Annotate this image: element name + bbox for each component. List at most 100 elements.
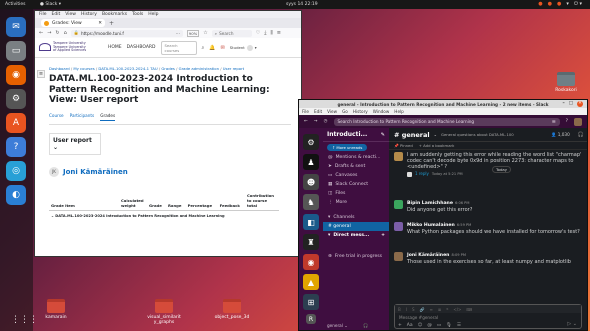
zoom-level[interactable]: 90% bbox=[186, 29, 200, 37]
ordered-list-icon[interactable]: ≡ bbox=[429, 307, 432, 312]
add-bookmark-button[interactable]: + Add a bookmark bbox=[419, 143, 455, 148]
home-icon[interactable]: ⌂ bbox=[64, 30, 67, 36]
menu-view[interactable]: View bbox=[327, 109, 337, 114]
tab-course[interactable]: Course bbox=[49, 113, 64, 121]
add-icon[interactable]: + bbox=[381, 233, 385, 238]
breadcrumb-my-courses[interactable]: My courses bbox=[73, 66, 94, 71]
avatar[interactable] bbox=[394, 200, 403, 209]
menu-bookmarks[interactable]: Bookmarks bbox=[102, 12, 127, 17]
desktop-folder-kamarain[interactable]: kamarain bbox=[36, 299, 76, 320]
search-icon[interactable]: ⌕ bbox=[202, 45, 205, 51]
avatar[interactable] bbox=[394, 152, 403, 161]
menu-go[interactable]: Go bbox=[342, 109, 348, 114]
menu-edit[interactable]: Edit bbox=[314, 109, 322, 114]
clock[interactable]: syys 14 22:19 bbox=[286, 2, 318, 7]
sidebar-item-mentions[interactable]: @ Mentions & reacti... bbox=[323, 153, 389, 162]
workspace-icon-8[interactable]: ▲ bbox=[303, 274, 319, 290]
menu-file[interactable]: File bbox=[39, 12, 47, 17]
sidebar-item-drafts[interactable]: ➤ Drafts & sent bbox=[323, 162, 389, 171]
menu-history[interactable]: History bbox=[353, 109, 368, 114]
show-apps-icon[interactable]: ⋮⋮⋮ bbox=[11, 315, 38, 325]
user-name-link[interactable]: Joni Kämäräinen bbox=[63, 168, 128, 176]
huddle-icon[interactable]: 🎧 bbox=[578, 132, 584, 138]
minimize-icon[interactable]: – bbox=[562, 101, 564, 107]
reload-icon[interactable]: ↻ bbox=[55, 30, 59, 36]
workspace-icon-9[interactable]: ⊞ bbox=[303, 294, 319, 310]
direct-messages-section[interactable]: ▾ Direct mess... + bbox=[323, 231, 389, 240]
microphone-icon[interactable]: 🎙 bbox=[446, 323, 452, 328]
workspace-icon-4[interactable]: ♞ bbox=[303, 194, 319, 210]
emoji-icon[interactable]: ☺ bbox=[418, 323, 423, 328]
link-icon[interactable]: 🔗 bbox=[419, 307, 424, 312]
message-time[interactable]: 6:59 PM bbox=[457, 223, 471, 227]
dock-item-3[interactable]: ⚙ bbox=[6, 89, 26, 109]
quote-icon[interactable]: ❝ bbox=[446, 307, 448, 312]
bookmark-star-icon[interactable]: ☆ bbox=[203, 30, 207, 36]
user-menu[interactable]: Student ▾ bbox=[230, 44, 257, 51]
message-time[interactable]: 6:06 PM bbox=[455, 201, 469, 205]
app-menu[interactable]: ● Slack ▾ bbox=[40, 2, 61, 7]
menu-file[interactable]: File bbox=[302, 109, 309, 114]
menu-history[interactable]: History bbox=[81, 12, 97, 17]
help-icon[interactable]: ? bbox=[566, 119, 568, 124]
new-tab-icon[interactable]: + bbox=[109, 20, 114, 27]
code-icon[interactable]: </> bbox=[453, 307, 461, 312]
breadcrumb-grade-admin[interactable]: Grade administration bbox=[179, 66, 219, 71]
message-item[interactable]: Joni Kämäräinen 8:09 PM Those used in the… bbox=[394, 252, 584, 265]
menu-help[interactable]: Help bbox=[394, 109, 404, 114]
page-actions-icon[interactable]: ⋯ bbox=[176, 31, 180, 36]
nav-dashboard[interactable]: DASHBOARD bbox=[127, 45, 156, 50]
desktop-folder-object-pose[interactable]: object_pose_3d bbox=[212, 299, 252, 320]
workspace-icon-1[interactable]: ⚙ bbox=[303, 134, 319, 150]
video-icon[interactable]: ▭ bbox=[437, 323, 441, 328]
pinned-button[interactable]: 📌 Pinned bbox=[394, 143, 413, 148]
channels-section[interactable]: ▾ Channels bbox=[323, 213, 389, 222]
mention-icon[interactable]: @ bbox=[427, 323, 432, 328]
dock-item-2[interactable]: ◉ bbox=[6, 65, 26, 85]
sidebar-item-files[interactable]: ◫ Files bbox=[323, 189, 389, 198]
network-icon[interactable]: ▾ bbox=[566, 1, 569, 7]
chevron-down-icon[interactable]: ⌄ bbox=[434, 132, 437, 137]
menu-view[interactable]: View bbox=[65, 12, 76, 17]
dock-item-6[interactable]: ◎ bbox=[6, 161, 26, 181]
workspace-icon-2[interactable]: ♟ bbox=[303, 154, 319, 170]
compose-icon[interactable]: ✎ bbox=[381, 132, 385, 138]
strike-icon[interactable]: S bbox=[412, 307, 415, 312]
workspace-icon-7[interactable]: ◉ bbox=[303, 254, 319, 270]
forward-icon[interactable]: → bbox=[47, 30, 51, 36]
tab-grades-view[interactable]: Grades: View ✕ bbox=[41, 19, 105, 27]
university-logo[interactable]: Tampere University Tampere University of… bbox=[39, 41, 89, 53]
downloads-icon[interactable]: ⤓ bbox=[264, 30, 266, 36]
dock-item-7[interactable]: ◐ bbox=[6, 185, 26, 205]
close-tab-icon[interactable]: ✕ bbox=[98, 21, 102, 26]
messages-icon[interactable]: ✉ bbox=[221, 45, 225, 51]
message-item[interactable]: I am suddenly getting this error while r… bbox=[394, 152, 584, 177]
search-bar[interactable]: ⌕ Search bbox=[211, 29, 252, 37]
text-format-icon[interactable]: Aa bbox=[407, 323, 413, 328]
workspace-icon-r[interactable]: R bbox=[306, 314, 316, 324]
power-icon[interactable]: ⏻ ▾ bbox=[574, 1, 582, 7]
desktop-folder-visual[interactable]: visual_similarit y_graphs bbox=[144, 299, 184, 325]
report-selector[interactable]: User report ⌄ bbox=[49, 132, 101, 155]
desktop-trash[interactable]: Roskakori bbox=[546, 72, 586, 93]
dock-item-0[interactable]: ✉ bbox=[6, 17, 26, 37]
tab-grades[interactable]: Grades bbox=[100, 113, 116, 121]
shortcuts-icon[interactable]: ☰ bbox=[457, 323, 461, 328]
italic-icon[interactable]: I bbox=[406, 307, 407, 312]
url-bar[interactable]: 🔒 https://moodle.tuni.f ⋯ bbox=[70, 29, 183, 37]
tray-icon-2[interactable]: ● bbox=[548, 1, 552, 7]
breadcrumb-user-report[interactable]: User report bbox=[223, 66, 244, 71]
filter-icon[interactable]: ☰ bbox=[552, 119, 556, 124]
menu-tools[interactable]: Tools bbox=[132, 12, 143, 17]
dock-item-5[interactable]: ? bbox=[6, 137, 26, 157]
message-input[interactable]: Message #general bbox=[395, 313, 581, 321]
message-item[interactable]: Bipin Lamichhane 6:06 PM Did anyone get t… bbox=[394, 200, 584, 213]
trial-banner[interactable]: ⊛ Free trial in progress bbox=[323, 252, 389, 261]
bullet-list-icon[interactable]: ≣ bbox=[438, 307, 441, 312]
breadcrumb-grades[interactable]: Grades bbox=[161, 66, 175, 71]
tab-participants[interactable]: Participants bbox=[70, 113, 95, 121]
channel-general[interactable]: # general bbox=[323, 222, 389, 231]
activities-button[interactable]: Activities bbox=[5, 2, 26, 7]
bold-icon[interactable]: B bbox=[398, 307, 401, 312]
notification-bell-icon[interactable]: 🔔 bbox=[209, 45, 215, 51]
